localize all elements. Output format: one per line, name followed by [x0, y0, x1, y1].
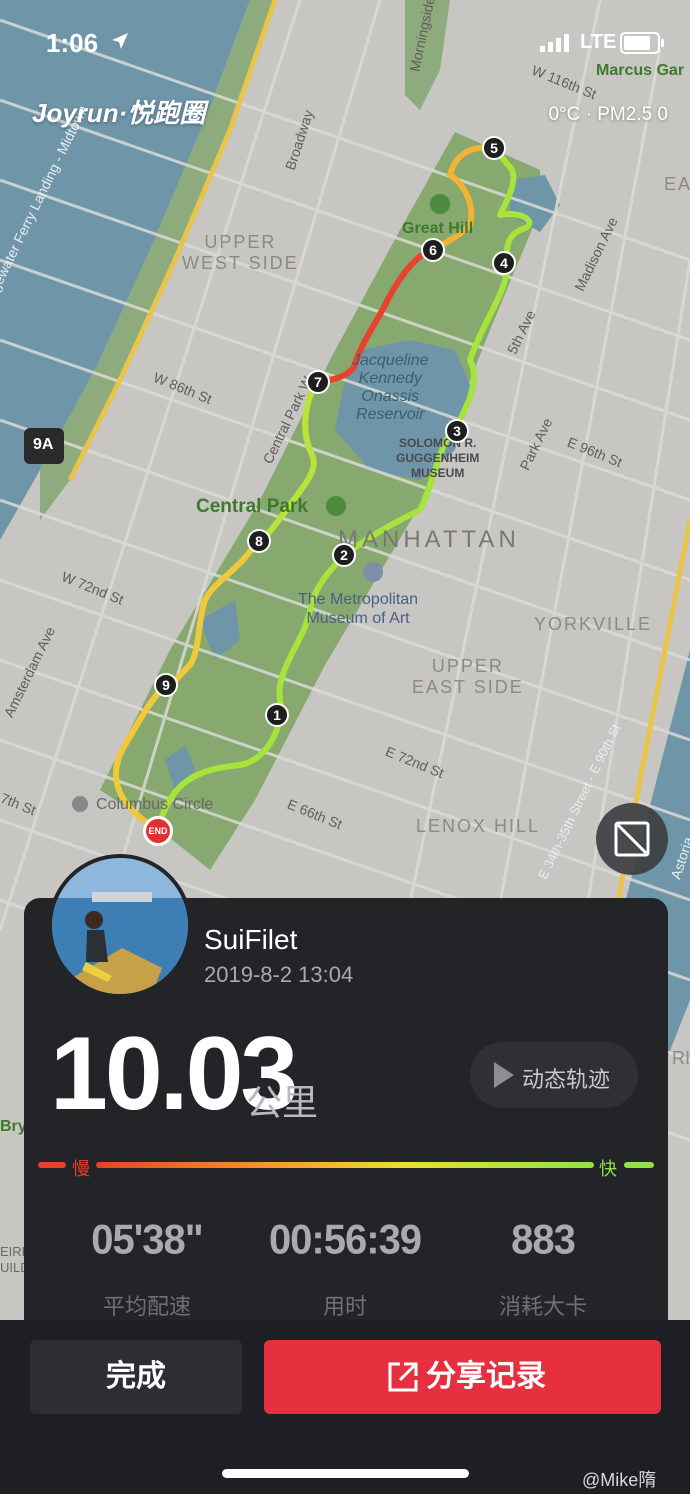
- carrier-label: LTE: [580, 31, 617, 53]
- status-bar: 1:06 LTE: [0, 0, 690, 80]
- pace-fast-label: 快: [599, 1159, 617, 1179]
- stat-value: 05'38": [91, 1216, 203, 1264]
- expand-icon: [614, 821, 650, 857]
- stat-label: 平均配速: [102, 1294, 191, 1319]
- stat-avg-pace: 05'38" 平均配速: [47, 1216, 247, 1321]
- stat-value: 883: [511, 1216, 576, 1264]
- share-record-label: 分享记录: [426, 1360, 546, 1393]
- avatar-photo: [52, 858, 188, 994]
- replay-track-button[interactable]: 动态轨迹: [470, 1042, 638, 1108]
- battery-icon: [620, 32, 664, 54]
- home-indicator[interactable]: [222, 1469, 469, 1478]
- pace-fast-swatch: [624, 1162, 654, 1168]
- replay-track-label: 动态轨迹: [522, 1067, 611, 1092]
- pace-gradient-bar: [96, 1162, 594, 1168]
- km-marker-4: 4: [492, 251, 516, 275]
- done-button[interactable]: 完成: [30, 1340, 242, 1414]
- stat-label: 用时: [322, 1294, 367, 1319]
- share-icon: [388, 1362, 418, 1392]
- stat-label: 消耗大卡: [498, 1294, 587, 1319]
- stat-duration: 00:56:39 用时: [245, 1216, 445, 1321]
- share-record-button[interactable]: 分享记录: [264, 1340, 661, 1414]
- km-marker-2: 2: [332, 543, 356, 567]
- km-marker-6: 6: [421, 238, 445, 262]
- app-logo: Joyrun·悦跑圈: [32, 98, 206, 128]
- km-marker-5: 5: [482, 136, 506, 160]
- weather-readout: 0°C · PM2.5 0: [548, 104, 668, 125]
- play-icon: [494, 1062, 514, 1088]
- km-marker-9: 9: [154, 673, 178, 697]
- weibo-watermark: @Mike隋: [582, 1470, 657, 1490]
- end-marker: END: [143, 816, 173, 846]
- km-marker-3: 3: [445, 419, 469, 443]
- km-marker-7: 7: [306, 370, 330, 394]
- distance-unit: 公里: [246, 1082, 319, 1123]
- km-marker-1: 1: [265, 703, 289, 727]
- username: SuiFilet: [204, 924, 298, 955]
- km-marker-8: 8: [247, 529, 271, 553]
- signal-icon: [540, 34, 569, 52]
- avatar[interactable]: [48, 854, 192, 998]
- run-datetime: 2019-8-2 13:04: [204, 962, 354, 987]
- stat-calories: 883 消耗大卡: [443, 1216, 643, 1321]
- map-expand-button[interactable]: [596, 803, 668, 875]
- location-arrow-icon: [112, 33, 128, 49]
- status-time: 1:06: [46, 28, 99, 58]
- stat-value: 00:56:39: [268, 1216, 422, 1264]
- pace-slow-label: 慢: [72, 1159, 90, 1179]
- pace-slow-swatch: [38, 1162, 66, 1168]
